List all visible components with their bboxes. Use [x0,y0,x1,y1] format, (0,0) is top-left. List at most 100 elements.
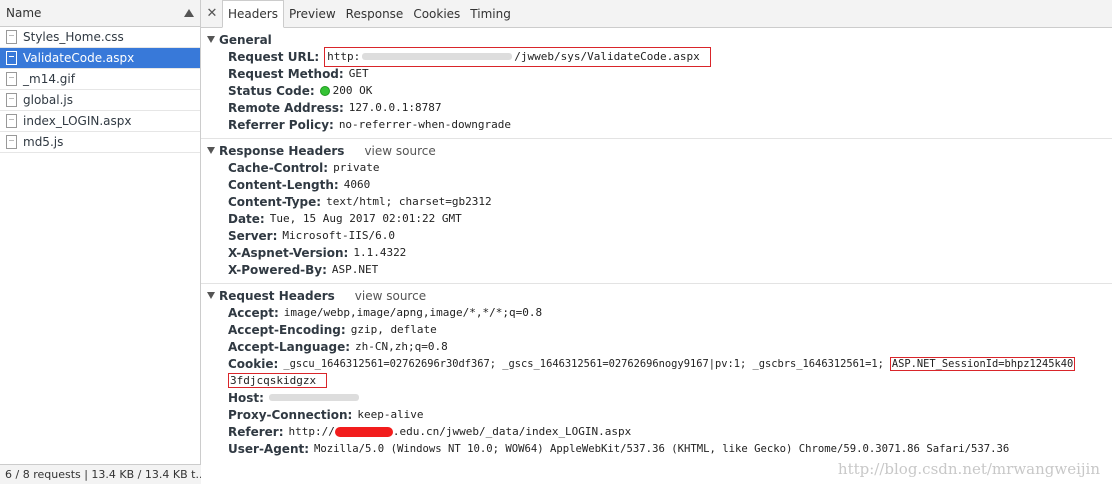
request-method-key: Request Method: [228,66,344,81]
response-header-key: X-Aspnet-Version: [228,245,349,260]
status-code-key: Status Code: [228,83,315,98]
response-header-value: private [333,161,380,174]
request-list-item[interactable]: Styles_Home.css [0,27,200,48]
expand-triangle-icon[interactable] [207,292,215,299]
request-headers-section: Request Headers view source Accept: imag… [201,284,1112,462]
request-list-item[interactable]: global.js [0,90,200,111]
file-icon [6,51,17,65]
tab-cookies[interactable]: Cookies [408,0,465,27]
response-header-row: X-Aspnet-Version: 1.1.4322 [207,244,1112,261]
referer-key: Referer: [228,424,284,439]
sort-ascending-icon[interactable] [184,9,194,17]
request-name: Styles_Home.css [23,30,124,44]
request-summary-status: 6 / 8 requests | 13.4 KB / 13.4 KB t... [0,464,201,484]
request-method-row: Request Method: GET [207,65,1112,82]
request-headers-title: Request Headers [219,288,335,303]
referrer-policy-key: Referrer Policy: [228,117,334,132]
name-column-header[interactable]: Name [0,0,200,27]
request-list-panel: Name Styles_Home.css ValidateCode.aspx _m1… [0,0,201,484]
cookie-value: _gscu_1646312561=02762696r30df367; _gscs… [283,357,884,370]
request-list-item[interactable]: md5.js [0,132,200,153]
referrer-policy-row: Referrer Policy: no-referrer-when-downgr… [207,116,1112,133]
proxy-connection-row: Proxy-Connection: keep-alive [207,406,1112,423]
request-url-highlight: http: /jwweb/sys/ValidateCode.aspx [324,46,711,67]
expand-triangle-icon[interactable] [207,147,215,154]
tab-timing[interactable]: Timing [465,0,516,27]
status-code-value: 200 OK [332,84,373,97]
cookie-continuation-row: 3fdjcqskidgzx [207,372,1112,389]
name-column-label: Name [6,6,42,20]
blurred-host-value [268,394,359,401]
file-icon [6,93,17,107]
request-name: index_LOGIN.aspx [23,114,132,128]
response-header-row: X-Powered-By: ASP.NET [207,261,1112,278]
request-url-key: Request URL: [228,49,320,64]
status-code-row: Status Code: 200 OK [207,82,1112,99]
file-icon [6,114,17,128]
request-list: Styles_Home.css ValidateCode.aspx _m14.gif… [0,27,200,153]
request-method-value: GET [348,67,369,80]
referer-suffix: .edu.cn/jwweb/_data/index_LOGIN.aspx [392,425,632,438]
response-header-key: Date: [228,211,265,226]
tab-response[interactable]: Response [341,0,409,27]
host-row: Host: [207,389,1112,406]
cookie-row: Cookie: _gscu_1646312561=02762696r30df36… [207,355,1112,372]
remote-address-value: 127.0.0.1:8787 [348,101,442,114]
request-name: global.js [23,93,73,107]
file-icon [6,30,17,44]
request-url-suffix: /jwweb/sys/ValidateCode.aspx [514,50,700,63]
response-headers-title: Response Headers [219,143,345,158]
tab-preview[interactable]: Preview [284,0,341,27]
session-id-highlight-part1: ASP.NET_SessionId=bhpz1245k40 [889,356,1076,371]
response-headers-header[interactable]: Response Headers view source [207,142,1112,159]
status-ok-icon [319,85,330,96]
request-headers-header[interactable]: Request Headers view source [207,287,1112,304]
request-view-source-link[interactable]: view source [355,289,426,303]
general-title: General [219,32,272,47]
referrer-policy-value: no-referrer-when-downgrade [338,118,511,131]
response-header-row: Server: Microsoft-IIS/6.0 [207,227,1112,244]
response-header-key: Content-Length: [228,177,339,192]
close-icon[interactable]: ✕ [204,0,220,27]
referer-prefix: http:// [288,425,335,438]
accept-encoding-row: Accept-Encoding: gzip, deflate [207,321,1112,338]
accept-language-value: zh-CN,zh;q=0.8 [355,340,448,353]
session-id-highlight-part2: 3fdjcqskidgzx [228,373,328,388]
file-icon [6,135,17,149]
referer-row: Referer: http:// .edu.cn/jwweb/_data/ind… [207,423,1112,440]
response-header-key: X-Powered-By: [228,262,327,277]
request-name: ValidateCode.aspx [23,51,135,65]
proxy-connection-value: keep-alive [357,408,424,421]
accept-encoding-key: Accept-Encoding: [228,322,346,337]
general-section-header[interactable]: General [207,31,1112,48]
cookie-key: Cookie: [228,356,279,371]
request-list-item[interactable]: ValidateCode.aspx [0,48,200,69]
response-view-source-link[interactable]: view source [364,144,435,158]
request-name: _m14.gif [23,72,75,86]
tab-headers[interactable]: Headers [222,0,284,28]
user-agent-row: User-Agent: Mozilla/5.0 (Windows NT 10.0… [207,440,1112,457]
request-list-item[interactable]: _m14.gif [0,69,200,90]
expand-triangle-icon[interactable] [207,36,215,43]
request-url-row: Request URL: http: /jwweb/sys/ValidateCo… [207,46,1112,67]
request-list-item[interactable]: index_LOGIN.aspx [0,111,200,132]
blurred-host [362,53,513,60]
request-details-panel: ✕ Headers Preview Response Cookies Timin… [201,0,1112,484]
details-tabbar: ✕ Headers Preview Response Cookies Timin… [201,0,1112,28]
remote-address-row: Remote Address: 127.0.0.1:8787 [207,99,1112,116]
host-key: Host: [228,390,264,405]
response-header-row: Date: Tue, 15 Aug 2017 02:01:22 GMT [207,210,1112,227]
response-header-key: Cache-Control: [228,160,329,175]
user-agent-key: User-Agent: [228,441,310,456]
request-name: md5.js [23,135,64,149]
accept-encoding-value: gzip, deflate [350,323,437,336]
response-header-row: Cache-Control: private [207,159,1112,176]
response-header-row: Content-Length: 4060 [207,176,1112,193]
file-icon [6,72,17,86]
response-headers-section: Response Headers view source Cache-Contr… [201,139,1112,284]
response-header-key: Server: [228,228,278,243]
accept-language-row: Accept-Language: zh-CN,zh;q=0.8 [207,338,1112,355]
response-header-value: Tue, 15 Aug 2017 02:01:22 GMT [269,212,462,225]
response-header-value: 4060 [343,178,371,191]
response-header-value: Microsoft-IIS/6.0 [282,229,395,242]
